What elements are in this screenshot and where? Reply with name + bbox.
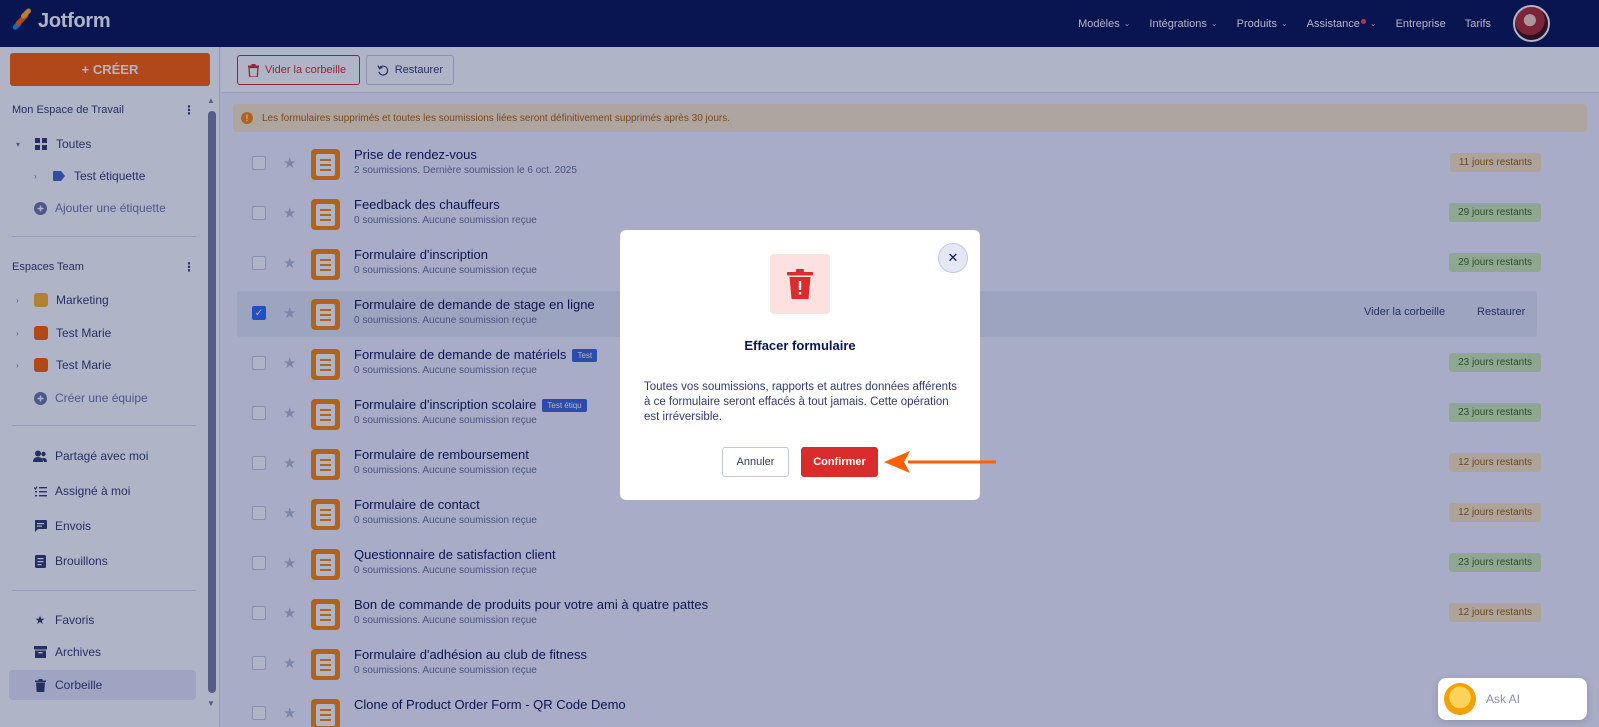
annotation-arrow-icon xyxy=(884,451,996,473)
trash-warning-icon xyxy=(770,254,830,314)
dialog-title: Effacer formulaire xyxy=(744,338,856,353)
ask-ai-label: Ask AI xyxy=(1486,692,1521,706)
confirm-button[interactable]: Confirmer xyxy=(801,447,878,477)
ask-ai-button[interactable]: Ask AI xyxy=(1438,678,1587,720)
close-icon[interactable]: ✕ xyxy=(938,243,968,273)
cancel-button[interactable]: Annuler xyxy=(722,447,789,477)
ai-mascot-icon xyxy=(1444,683,1476,715)
dialog-message: Toutes vos soumissions, rapports et autr… xyxy=(644,381,958,423)
